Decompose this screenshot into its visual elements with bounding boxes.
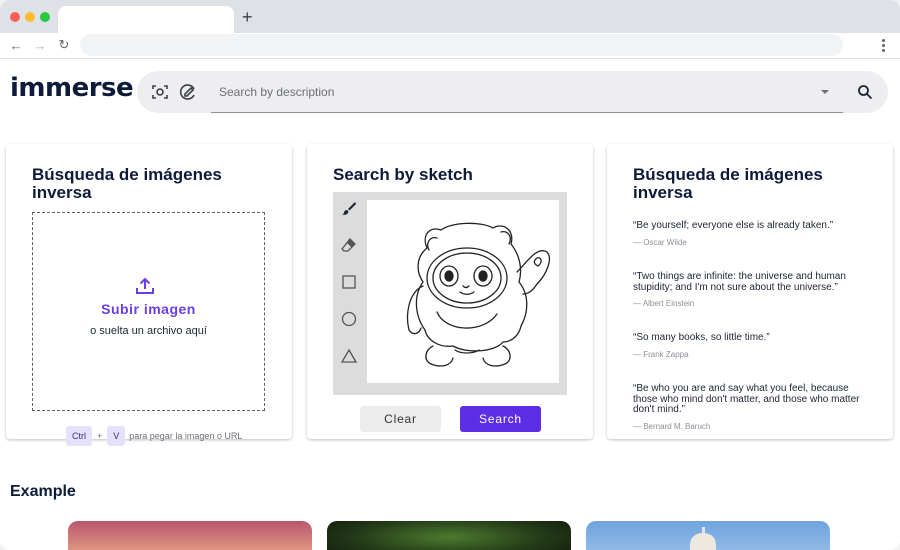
new-tab-button[interactable]: +	[242, 8, 253, 26]
quote-text: “Be who you are and say what you feel, b…	[633, 383, 860, 415]
maximize-window-button[interactable]	[40, 12, 50, 22]
clear-button[interactable]: Clear	[360, 406, 441, 432]
sketch-canvas[interactable]	[367, 200, 559, 383]
panda-sketch-drawing	[406, 222, 551, 367]
minimize-window-button[interactable]	[25, 12, 35, 22]
browser-menu-icon[interactable]	[876, 36, 890, 54]
search-placeholder: Search by description	[219, 85, 335, 99]
example-image-building[interactable]	[586, 521, 830, 550]
quote-author: — Frank Zappa	[633, 349, 689, 359]
browser-tab[interactable]	[58, 6, 234, 33]
quote-author: — Bernard M. Baruch	[633, 421, 711, 431]
sketch-card: Search by sketch Clear Search	[307, 144, 593, 439]
search-icon[interactable]	[855, 82, 875, 102]
upload-image-button[interactable]: Subir imagen	[33, 301, 264, 317]
quote-author: — Oscar Wilde	[633, 237, 687, 247]
upload-dropzone[interactable]: Subir imagen o suelta un archivo aquí	[32, 212, 265, 411]
paste-hint-text: para pegar la imagen o URL	[129, 431, 243, 441]
quote-text: “So many books, so little time.”	[633, 332, 770, 343]
sketch-search-button[interactable]: Search	[460, 406, 541, 432]
reverse-search-title: Búsqueda de imágenes inversa	[32, 165, 222, 202]
quote-text: “Be yourself; everyone else is already t…	[633, 220, 834, 231]
circle-icon[interactable]	[339, 309, 359, 329]
ctrl-key: Ctrl	[66, 426, 92, 446]
paste-shortcut-hint: Ctrl + V para pegar la imagen o URL	[66, 426, 242, 446]
v-key: V	[107, 426, 126, 446]
square-icon[interactable]	[339, 272, 359, 292]
quote-item: “So many books, so little time.” — Frank…	[633, 332, 873, 359]
close-window-button[interactable]	[10, 12, 20, 22]
eraser-icon[interactable]	[339, 235, 359, 255]
quote-author: — Albert Einstein	[633, 299, 695, 308]
back-button[interactable]: ←	[7, 36, 25, 54]
example-image-forest[interactable]	[327, 521, 571, 550]
example-image-sunset[interactable]	[68, 521, 312, 550]
sketch-panel	[333, 192, 567, 395]
address-bar[interactable]	[80, 34, 843, 56]
browser-window: + ← → ↻ immerse Search by description Bú…	[0, 0, 900, 550]
sketch-title: Search by sketch	[333, 165, 473, 184]
quote-item: “Be yourself; everyone else is already t…	[633, 220, 873, 247]
brush-icon[interactable]	[339, 198, 359, 218]
app-logo[interactable]: immerse	[10, 73, 134, 103]
upload-icon	[135, 277, 155, 295]
sketch-search-icon[interactable]	[178, 82, 198, 102]
dropdown-caret-icon[interactable]	[821, 90, 829, 94]
quotes-card: Búsqueda de imágenes inversa “Be yoursel…	[607, 144, 893, 439]
search-bar: Search by description	[137, 71, 888, 113]
quote-item: “Be who you are and say what you feel, b…	[633, 383, 873, 431]
forward-button[interactable]: →	[31, 36, 49, 54]
reload-button[interactable]: ↻	[55, 36, 73, 54]
dome-silhouette	[690, 527, 716, 550]
example-heading: Example	[10, 483, 76, 500]
camera-scan-icon[interactable]	[150, 82, 170, 102]
browser-toolbar: ← → ↻	[0, 33, 900, 59]
triangle-icon[interactable]	[339, 346, 359, 366]
drop-hint: o suelta un archivo aquí	[90, 325, 207, 337]
tab-bar: +	[0, 0, 900, 33]
quotes-title: Búsqueda de imágenes inversa	[633, 165, 823, 202]
reverse-search-card: Búsqueda de imágenes inversa Subir image…	[6, 144, 292, 439]
quote-text: “Two things are infinite: the universe a…	[633, 271, 846, 293]
plus-sign: +	[97, 431, 103, 441]
quote-item: “Two things are infinite: the universe a…	[633, 271, 873, 308]
